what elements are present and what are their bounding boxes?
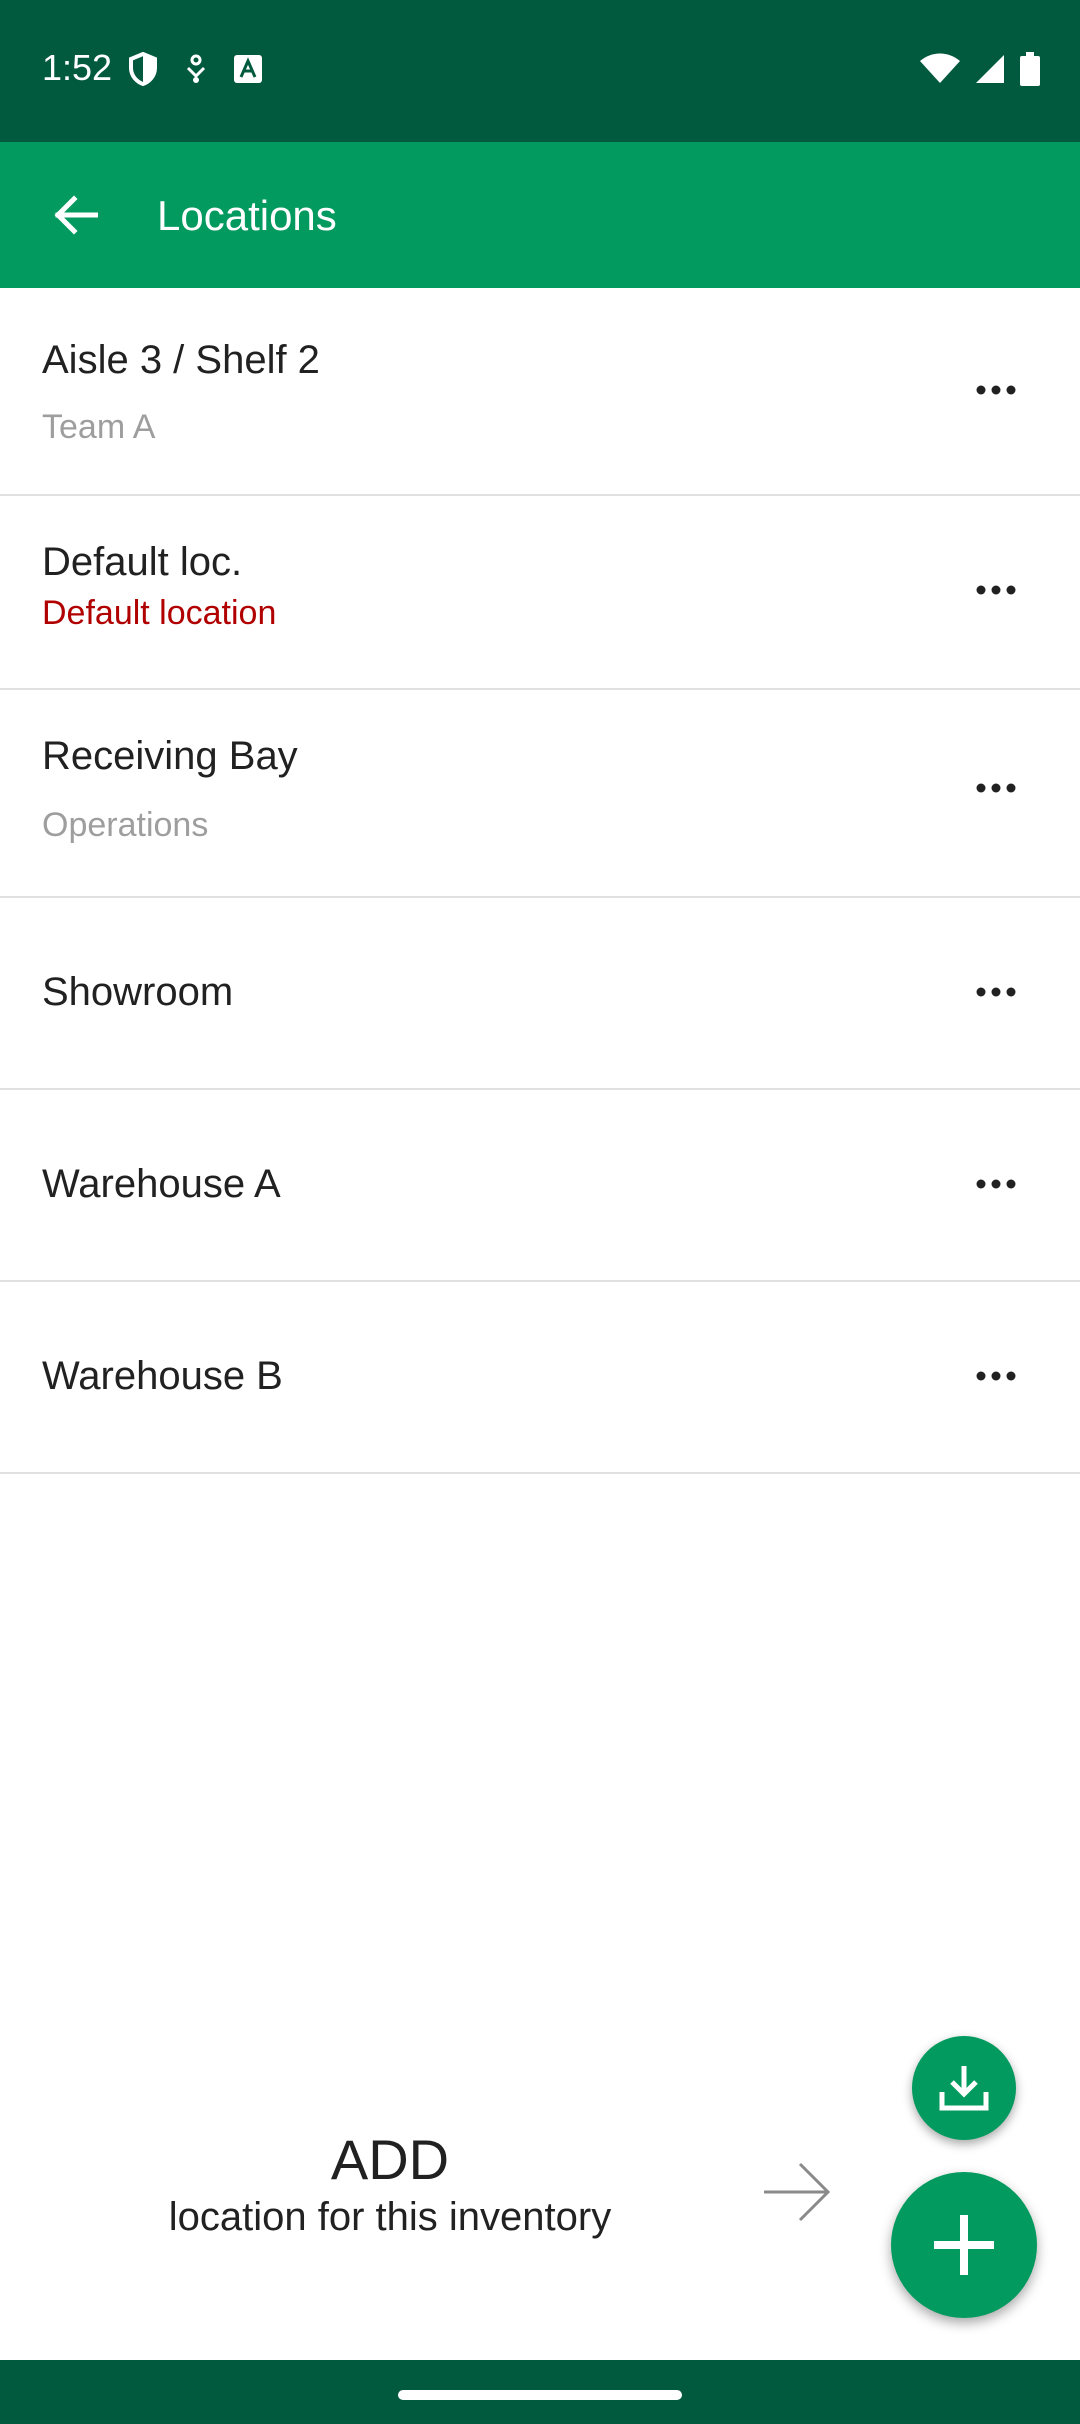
location-row[interactable]: Warehouse A	[0, 1090, 1080, 1282]
location-row[interactable]: Default loc. Default location	[0, 496, 1080, 690]
more-horizontal-icon	[976, 987, 1016, 997]
battery-icon	[1020, 52, 1040, 86]
hint-title: ADD	[330, 2128, 450, 2191]
hint-subtitle: location for this inventory	[168, 2195, 612, 2239]
status-bar: 1:52	[0, 0, 1080, 142]
usb-icon	[186, 54, 206, 83]
more-horizontal-icon	[976, 385, 1016, 395]
location-row[interactable]: Warehouse B	[0, 1282, 1080, 1474]
more-horizontal-icon	[976, 1371, 1016, 1381]
status-right-icons	[920, 52, 1040, 86]
location-name: Warehouse B	[42, 1354, 283, 1398]
location-name: Aisle 3 / Shelf 2	[42, 338, 320, 382]
location-subtitle: Operations	[42, 806, 209, 844]
location-subtitle: Default location	[42, 594, 277, 632]
app-bar: Locations	[0, 142, 1080, 288]
more-horizontal-icon	[976, 1179, 1016, 1189]
font-a-icon	[234, 55, 262, 83]
download-icon	[939, 2066, 989, 2111]
plus-icon	[934, 2215, 994, 2275]
back-arrow-icon	[54, 195, 98, 235]
back-button[interactable]	[40, 180, 110, 250]
more-options-button[interactable]	[960, 752, 1032, 824]
more-horizontal-icon	[976, 585, 1016, 595]
locations-list: Aisle 3 / Shelf 2 Team A Default loc. De…	[0, 288, 1080, 1474]
add-location-button[interactable]	[891, 2172, 1037, 2318]
more-options-button[interactable]	[960, 956, 1032, 1028]
location-name: Default loc.	[42, 540, 243, 584]
import-button[interactable]	[912, 2036, 1016, 2140]
location-name: Warehouse A	[42, 1162, 281, 1206]
more-horizontal-icon	[976, 783, 1016, 793]
location-name: Showroom	[42, 970, 234, 1014]
location-row[interactable]: Receiving Bay Operations	[0, 690, 1080, 898]
more-options-button[interactable]	[960, 554, 1032, 626]
navigation-bar	[0, 2360, 1080, 2424]
status-left-icons	[128, 52, 262, 86]
location-name: Receiving Bay	[42, 734, 298, 778]
arrow-right-icon	[764, 2162, 831, 2222]
location-row[interactable]: Showroom	[0, 898, 1080, 1090]
page-title: Locations	[157, 192, 337, 239]
location-row[interactable]: Aisle 3 / Shelf 2 Team A	[0, 288, 1080, 496]
status-time: 1:52	[42, 47, 113, 88]
wifi-icon	[920, 53, 960, 83]
signal-icon	[976, 55, 1004, 83]
more-options-button[interactable]	[960, 354, 1032, 426]
home-handle[interactable]	[398, 2390, 682, 2400]
more-options-button[interactable]	[960, 1148, 1032, 1220]
shield-icon	[129, 52, 157, 86]
more-options-button[interactable]	[960, 1340, 1032, 1412]
add-location-hint: ADD location for this inventory	[80, 2128, 700, 2242]
location-subtitle: Team A	[42, 408, 156, 446]
